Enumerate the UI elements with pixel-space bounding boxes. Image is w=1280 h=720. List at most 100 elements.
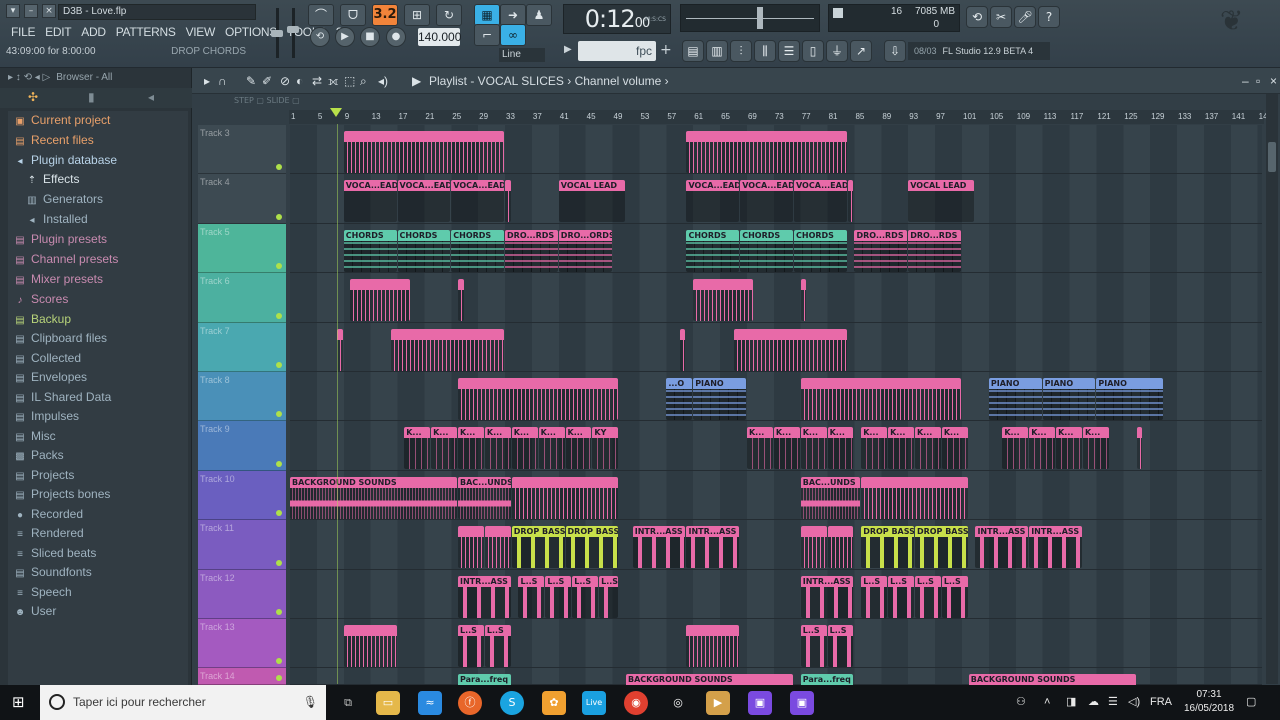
pattern-clip[interactable]: L..S: [518, 575, 545, 618]
track-mute-led[interactable]: [276, 510, 282, 517]
playlist-icon[interactable]: ▤: [682, 40, 704, 62]
browser-item-projects[interactable]: ▤ Projects: [14, 466, 74, 484]
live-icon[interactable]: Live: [582, 691, 606, 715]
track-mute-led[interactable]: [276, 312, 282, 319]
pattern-clip[interactable]: L..S: [941, 575, 968, 618]
track-lane[interactable]: [290, 125, 1262, 175]
pattern-clip[interactable]: DROP BASS: [861, 526, 914, 569]
track-lane[interactable]: DROP BASS DROP BASS INTR...ASS INTR...ASS DR…: [290, 520, 1262, 570]
menu-patterns[interactable]: PATTERNS: [111, 24, 181, 40]
pattern-clip[interactable]: [458, 526, 484, 569]
pattern-clip[interactable]: [350, 279, 410, 322]
pattern-clip[interactable]: L..S: [827, 625, 854, 667]
master-volume-slider[interactable]: [270, 6, 284, 62]
playlist-maximize-icon[interactable]: ▫: [1256, 68, 1260, 94]
pattern-clip[interactable]: BAC...UNDS: [800, 476, 861, 519]
network-icon[interactable]: ☰: [1108, 685, 1118, 720]
pattern-clip[interactable]: DROP BASS: [565, 526, 619, 569]
news-panel[interactable]: 08/03 FL Studio 12.9 BETA 4: [908, 42, 1050, 60]
browser-item-recent-files[interactable]: ▤ Recent files: [14, 131, 93, 149]
paint-tool-icon[interactable]: ✐: [262, 68, 272, 94]
browser-speaker-icon[interactable]: ◂: [148, 90, 154, 104]
pattern-add-icon[interactable]: +: [660, 42, 672, 58]
pattern-clip[interactable]: INTR...ASS: [632, 526, 686, 569]
pattern-clip[interactable]: [505, 180, 511, 223]
track-lane[interactable]: ...O PIANO PIANO PIANO PIANO: [290, 372, 1262, 422]
track-lane[interactable]: L..S L..S L..S L..S: [290, 619, 1262, 669]
pattern-clip[interactable]: [686, 131, 847, 173]
mic-icon[interactable]: 🎙︎: [303, 685, 318, 720]
pattern-clip[interactable]: INTR...ASS: [975, 526, 1029, 569]
countdown-icon[interactable]: ♟: [526, 4, 552, 26]
pattern-clip[interactable]: K...: [773, 427, 800, 470]
undo-icon[interactable]: ⟲: [966, 6, 988, 28]
cut-icon[interactable]: ✂: [990, 6, 1012, 28]
browser-nav-icon[interactable]: ▸ ↕ ⟲ ◂ ▷: [8, 72, 50, 83]
menu-view[interactable]: VIEW: [181, 24, 220, 40]
pattern-clip[interactable]: L..S: [545, 575, 572, 618]
pattern-clip[interactable]: [847, 180, 854, 223]
browser-star-icon[interactable]: ✣: [28, 90, 38, 104]
magnet-icon[interactable]: ∩: [218, 68, 227, 94]
download-icon[interactable]: ⇩: [884, 40, 906, 62]
pattern-clip[interactable]: DRO...RDS: [854, 229, 908, 272]
pattern-clip[interactable]: [800, 378, 961, 420]
time-display[interactable]: 0:1200 M:S:CS: [563, 4, 671, 34]
pattern-clip[interactable]: K...: [914, 427, 941, 470]
file-explorer-icon[interactable]: ▭: [376, 691, 400, 715]
track-header[interactable]: Track 9: [198, 421, 286, 471]
pattern-clip[interactable]: [1136, 427, 1143, 470]
pattern-clip[interactable]: CHORDS: [740, 229, 793, 272]
pattern-clip[interactable]: [343, 625, 397, 667]
task-view-icon[interactable]: ⧉: [336, 691, 360, 715]
pattern-clip[interactable]: L..S: [458, 625, 484, 667]
track-lane[interactable]: [290, 322, 1262, 372]
pattern-clip[interactable]: BAC...UNDS: [458, 476, 511, 519]
pattern-clip[interactable]: KY: [592, 427, 619, 470]
browser-item-packs[interactable]: ▩ Packs: [14, 446, 63, 464]
piano-roll-icon[interactable]: ▥: [706, 40, 728, 62]
tray-app-icon[interactable]: ◨: [1066, 685, 1076, 720]
playhead[interactable]: [337, 124, 338, 684]
pattern-clip[interactable]: [511, 476, 619, 519]
pattern-clip[interactable]: L..S: [800, 625, 827, 667]
browser-item-user[interactable]: ☻ User: [14, 602, 57, 620]
pattern-clip[interactable]: DROP BASS: [914, 526, 968, 569]
step-slide-toggle[interactable]: STEP ▢ SLIDE ▢: [234, 96, 300, 105]
pattern-clip[interactable]: K...: [800, 427, 827, 470]
pattern-clip[interactable]: L..S: [484, 625, 511, 667]
browser-item-channel-presets[interactable]: ▤ Channel presets: [14, 250, 118, 268]
track-lane[interactable]: CHORDS CHORDS CHORDS DRO...RDS DRO...ORDS CHO…: [290, 223, 1262, 274]
pattern-clip[interactable]: K...: [458, 427, 484, 470]
wait-input-icon[interactable]: ➜: [500, 4, 526, 26]
close-button[interactable]: ×: [42, 4, 56, 18]
song-start-marker[interactable]: [330, 108, 342, 117]
pattern-clip[interactable]: K...: [1082, 427, 1109, 470]
slice-tool-icon[interactable]: ⟗: [328, 68, 339, 94]
track-mute-led[interactable]: [276, 164, 282, 171]
window-menu-button[interactable]: ▾: [6, 4, 20, 18]
zoom-tool-icon[interactable]: ⌕: [360, 68, 367, 94]
track-mute-led[interactable]: [276, 658, 282, 665]
pattern-clip[interactable]: PIANO: [1096, 378, 1163, 420]
pattern-clip[interactable]: DRO...RDS: [505, 229, 558, 272]
notification-icon[interactable]: ▢: [1246, 685, 1256, 720]
pattern-clip[interactable]: [679, 328, 686, 371]
track-mute-led[interactable]: [276, 361, 282, 368]
pattern-clip[interactable]: [390, 328, 505, 371]
track-header[interactable]: Track 13: [198, 619, 286, 669]
track-header[interactable]: Track 3: [198, 125, 286, 175]
pattern-clip[interactable]: K...: [565, 427, 592, 470]
track-lane[interactable]: INTR...ASS L..S L..S L..S L..S INTR...ASS L..S…: [290, 569, 1262, 619]
snap-icon[interactable]: ⌐: [474, 24, 500, 46]
taskbar-clock[interactable]: 07:31 16/05/2018: [1180, 688, 1238, 716]
pattern-clip[interactable]: INTR...ASS: [458, 575, 511, 618]
browser-item-sliced-beats[interactable]: ≡ Sliced beats: [14, 544, 96, 562]
pattern-clip[interactable]: [827, 526, 854, 569]
pattern-clip[interactable]: VOCA...EAD: [794, 180, 847, 223]
menu-file[interactable]: FILE: [8, 24, 40, 40]
tray-people-icon[interactable]: ⚇: [1016, 685, 1026, 720]
pattern-clip[interactable]: BACKGROUND SOUNDS: [290, 476, 457, 519]
channel-settings-icon[interactable]: ☰: [778, 40, 800, 62]
record-button[interactable]: ●: [386, 27, 406, 47]
